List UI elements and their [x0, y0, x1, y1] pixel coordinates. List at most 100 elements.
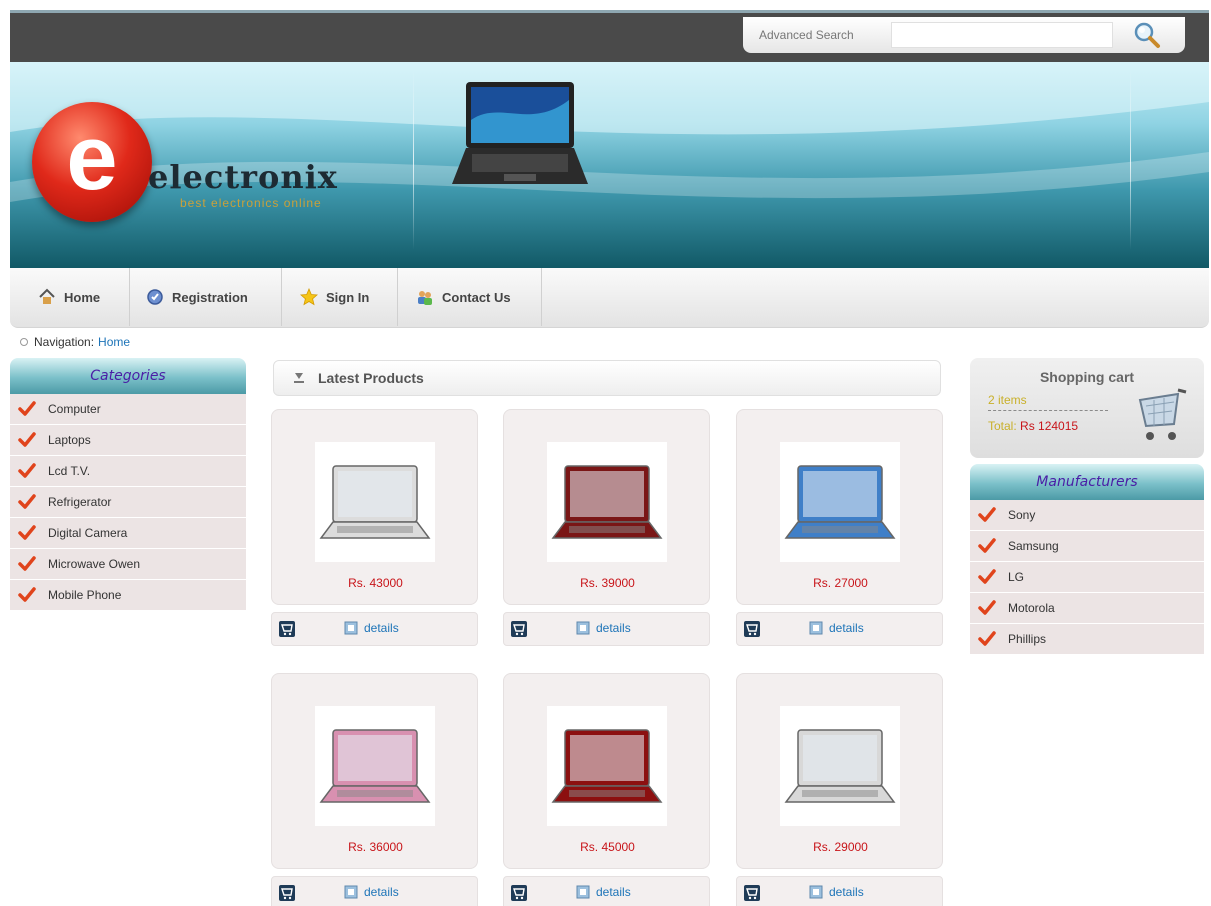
search-icon[interactable]: [1131, 20, 1163, 50]
latest-products-title: Latest Products: [318, 370, 424, 386]
details-link[interactable]: details: [576, 885, 631, 899]
product-card[interactable]: Rs. 36000: [271, 673, 478, 869]
advanced-search-link[interactable]: Advanced Search: [759, 28, 854, 42]
details-label: details: [829, 885, 864, 899]
category-item[interactable]: Digital Camera: [10, 518, 246, 549]
add-to-cart-icon[interactable]: [278, 620, 296, 638]
cart-total: Total: Rs 124015: [988, 419, 1078, 433]
shopping-cart-icon: [1138, 388, 1187, 440]
product-action-bar: details: [503, 612, 710, 646]
details-label: details: [364, 621, 399, 635]
product-action-bar: details: [503, 876, 710, 906]
check-icon: [18, 525, 36, 540]
manufacturer-item-label: Sony: [1008, 508, 1036, 522]
logo-badge[interactable]: e: [32, 102, 152, 222]
nav-sign-in[interactable]: Sign In: [286, 268, 398, 326]
product-price: Rs. 29000: [813, 840, 868, 854]
search-input[interactable]: [891, 22, 1113, 48]
product-card[interactable]: Rs. 43000: [271, 409, 478, 605]
product-action-bar: details: [736, 876, 943, 906]
product-image[interactable]: [315, 442, 435, 562]
product-card[interactable]: Rs. 27000: [736, 409, 943, 605]
laptop-thumbnail-image: [784, 729, 896, 803]
product-price: Rs. 43000: [348, 576, 403, 590]
category-item-label: Digital Camera: [48, 526, 128, 540]
product-card[interactable]: Rs. 45000: [503, 673, 710, 869]
breadcrumb-bullet-icon: [20, 338, 28, 346]
manufacturer-item[interactable]: LG: [970, 562, 1204, 593]
download-arrow-icon: [294, 373, 304, 383]
details-icon: [576, 885, 590, 899]
manufacturer-item-label: Samsung: [1008, 539, 1059, 553]
product-price: Rs. 36000: [348, 840, 403, 854]
nav-home[interactable]: Home: [24, 268, 130, 326]
nav-contact-us[interactable]: Contact Us: [402, 268, 542, 326]
details-link[interactable]: details: [344, 621, 399, 635]
add-to-cart-icon[interactable]: [278, 884, 296, 902]
details-link[interactable]: details: [809, 621, 864, 635]
category-item-label: Laptops: [48, 433, 91, 447]
categories-title: Categories: [10, 358, 246, 394]
product-card[interactable]: Rs. 29000: [736, 673, 943, 869]
breadcrumb-home-link[interactable]: Home: [98, 335, 130, 349]
manufacturer-item[interactable]: Sony: [970, 500, 1204, 531]
product-image[interactable]: [780, 442, 900, 562]
add-to-cart-icon[interactable]: [743, 884, 761, 902]
manufacturer-item[interactable]: Samsung: [970, 531, 1204, 562]
category-item-label: Mobile Phone: [48, 588, 122, 602]
manufacturers-panel: Manufacturers Sony Samsung LG Motorola Phill…: [970, 464, 1204, 655]
product-image[interactable]: [780, 706, 900, 826]
product-image[interactable]: [315, 706, 435, 826]
nav-sign-in-label: Sign In: [326, 289, 370, 305]
check-icon: [18, 432, 36, 447]
add-to-cart-icon[interactable]: [510, 620, 528, 638]
shopping-cart-panel[interactable]: Shopping cart 2 items Total: Rs 124015: [970, 358, 1204, 458]
product-image[interactable]: [547, 706, 667, 826]
details-link[interactable]: details: [344, 885, 399, 899]
contact-users-icon: [418, 291, 432, 305]
categories-list: Computer Laptops Lcd T.V. Refrigerator Digit…: [10, 394, 246, 611]
category-item-label: Computer: [48, 402, 101, 416]
nav-registration-label: Registration: [172, 289, 248, 305]
category-item[interactable]: Laptops: [10, 425, 246, 456]
product-action-bar: details: [736, 612, 943, 646]
header-banner: e electronix best electronics online: [10, 62, 1209, 268]
latest-products-header: Latest Products: [273, 360, 941, 396]
details-link[interactable]: details: [576, 621, 631, 635]
nav-registration[interactable]: Registration: [132, 268, 282, 326]
add-to-cart-icon[interactable]: [510, 884, 528, 902]
product-card[interactable]: Rs. 39000: [503, 409, 710, 605]
category-item-label: Lcd T.V.: [48, 464, 91, 478]
check-icon: [978, 569, 996, 584]
nav-contact-us-label: Contact Us: [442, 289, 511, 305]
category-item[interactable]: Mobile Phone: [10, 580, 246, 611]
nav-home-label: Home: [64, 289, 101, 305]
search-panel: Advanced Search: [743, 17, 1185, 53]
details-label: details: [596, 885, 631, 899]
manufacturer-item[interactable]: Phillips: [970, 624, 1204, 655]
banner-laptop-image: [452, 82, 588, 184]
category-item[interactable]: Computer: [10, 394, 246, 425]
category-item[interactable]: Lcd T.V.: [10, 456, 246, 487]
laptop-thumbnail-image: [319, 729, 431, 803]
check-icon: [18, 494, 36, 509]
category-item[interactable]: Microwave Owen: [10, 549, 246, 580]
category-item-label: Refrigerator: [48, 495, 112, 509]
home-icon: [39, 288, 55, 304]
top-bar: Advanced Search: [10, 10, 1209, 62]
cart-title: Shopping cart: [1039, 369, 1135, 385]
logo-letter: e: [66, 107, 118, 209]
details-link[interactable]: details: [809, 885, 864, 899]
main-nav: Home Registration Sign In Contact Us: [10, 268, 1209, 328]
product-price: Rs. 39000: [580, 576, 635, 590]
add-to-cart-icon[interactable]: [743, 620, 761, 638]
product-image[interactable]: [547, 442, 667, 562]
category-item[interactable]: Refrigerator: [10, 487, 246, 518]
cart-total-label: Total:: [988, 419, 1017, 433]
cart-item-count: 2 items: [988, 393, 1027, 407]
check-icon: [18, 587, 36, 602]
check-icon: [18, 401, 36, 416]
registration-icon: [147, 289, 163, 305]
check-icon: [978, 631, 996, 646]
manufacturer-item[interactable]: Motorola: [970, 593, 1204, 624]
